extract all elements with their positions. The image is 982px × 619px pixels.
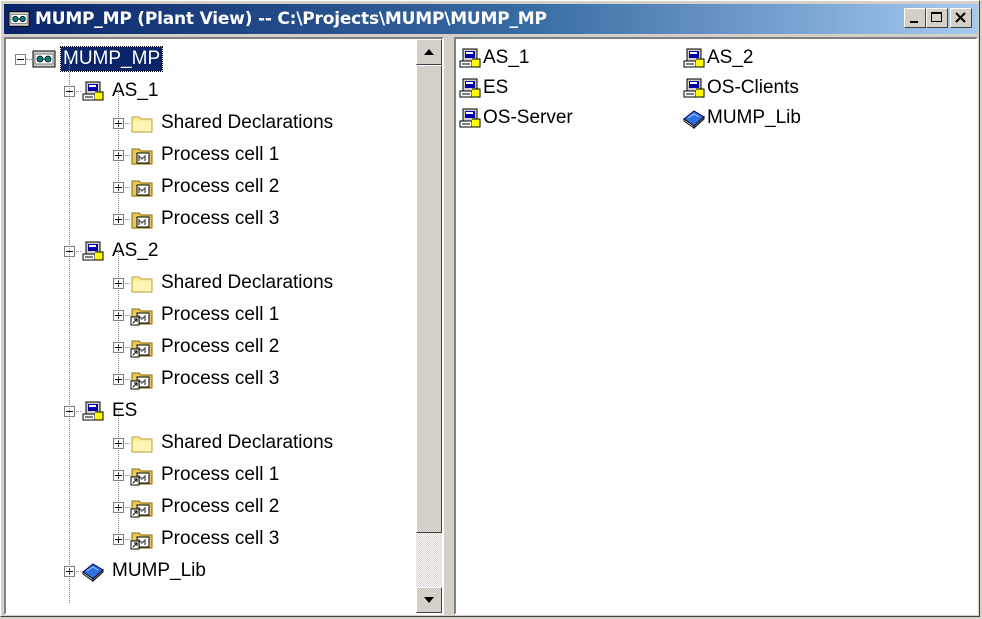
process-cell-link-icon	[130, 496, 154, 518]
process-cell-link-icon	[130, 304, 154, 326]
client-area: MUMP_MP AS_1 Shared Declarations Process ce…	[4, 37, 978, 615]
list-item[interactable]: ES	[458, 75, 508, 101]
scrollbar-track[interactable]	[416, 533, 442, 587]
tree-connector-line	[118, 251, 119, 379]
close-icon	[955, 12, 966, 23]
minimize-button[interactable]	[904, 8, 926, 28]
tree-node-child-label: Shared Declarations	[161, 432, 334, 453]
process-cell-link-icon	[130, 368, 154, 390]
station-icon	[81, 240, 105, 262]
tree-node-child[interactable]: Process cell 1	[130, 139, 281, 171]
tree-node-child-label: Process cell 2	[161, 336, 280, 357]
scroll-up-button[interactable]	[416, 39, 442, 65]
tree-node-child[interactable]: Shared Declarations	[130, 107, 335, 139]
tree-node-child-label: Process cell 1	[161, 304, 280, 325]
tree-node-child[interactable]: Process cell 2	[130, 331, 281, 363]
expand-toggle-root[interactable]	[15, 54, 26, 65]
list-item[interactable]: OS-Server	[458, 105, 573, 131]
title-bar[interactable]: MUMP_MP (Plant View) -- C:\Projects\MUMP…	[4, 4, 978, 34]
tree-node-station[interactable]: AS_2	[81, 235, 160, 267]
process-cell-icon	[130, 144, 154, 166]
scrollbar-thumb[interactable]	[416, 65, 442, 533]
list-item-label: OS-Server	[483, 107, 573, 128]
tree-node-child-label: Process cell 1	[161, 144, 280, 165]
window-title: MUMP_MP (Plant View) -- C:\Projects\MUMP…	[35, 9, 547, 29]
tree-node-child[interactable]: Process cell 3	[130, 523, 281, 555]
list-item[interactable]: OS-Clients	[682, 75, 799, 101]
tree-node-station[interactable]: AS_1	[81, 75, 160, 107]
tree-node-child-label: Shared Declarations	[161, 112, 334, 133]
tree-node-child-label: Process cell 3	[161, 208, 280, 229]
list-item-label: ES	[483, 77, 509, 98]
plant-tree: MUMP_MP AS_1 Shared Declarations Process ce…	[6, 39, 416, 613]
tree-vertical-scrollbar[interactable]	[416, 39, 442, 613]
process-cell-icon	[130, 208, 154, 230]
maximize-button[interactable]	[926, 8, 948, 28]
close-button[interactable]	[950, 8, 972, 28]
tree-node-root-label: MUMP_MP	[59, 46, 164, 72]
station-icon	[682, 47, 706, 69]
process-cell-icon	[130, 176, 154, 198]
tree-node-child[interactable]: Shared Declarations	[130, 267, 335, 299]
minimize-icon	[910, 21, 918, 23]
tree-node-child[interactable]: Process cell 3	[130, 203, 281, 235]
tree-node-child-label: Process cell 3	[161, 528, 280, 549]
scroll-down-button[interactable]	[416, 587, 442, 613]
process-cell-link-icon	[130, 464, 154, 486]
process-cell-link-icon	[130, 528, 154, 550]
tree-connector-line	[118, 91, 119, 219]
tree-node-child[interactable]: Process cell 1	[130, 459, 281, 491]
list-item[interactable]: MUMP_Lib	[682, 105, 801, 131]
station-icon	[81, 80, 105, 102]
list-item-label: AS_2	[707, 47, 754, 68]
plant-view-window: MUMP_MP (Plant View) -- C:\Projects\MUMP…	[0, 0, 980, 617]
tree-node-library[interactable]: MUMP_Lib	[81, 555, 208, 587]
library-book-icon	[682, 107, 706, 129]
object-list-pane[interactable]: AS_1 AS_2 ES OS-Clients OS-Server MUMP_Lib	[454, 37, 978, 615]
station-icon	[682, 77, 706, 99]
tree-node-library-label: MUMP_Lib	[112, 560, 206, 581]
pane-splitter[interactable]	[444, 37, 454, 615]
arrow-up-icon	[424, 49, 434, 55]
tree-node-child[interactable]: Process cell 3	[130, 363, 281, 395]
station-icon	[458, 47, 482, 69]
process-cell-link-icon	[130, 336, 154, 358]
tree-node-child-label: Shared Declarations	[161, 272, 334, 293]
list-item-label: AS_1	[483, 47, 530, 68]
tree-node-child-label: Process cell 1	[161, 464, 280, 485]
plant-view-icon	[8, 9, 30, 29]
tree-node-child[interactable]: Process cell 1	[130, 299, 281, 331]
station-icon	[81, 400, 105, 422]
tree-node-root[interactable]: MUMP_MP	[32, 43, 164, 75]
tree-node-child-label: Process cell 2	[161, 176, 280, 197]
tree-node-child[interactable]: Process cell 2	[130, 171, 281, 203]
tree-node-child[interactable]: Shared Declarations	[130, 427, 335, 459]
station-icon	[458, 77, 482, 99]
list-item-label: OS-Clients	[707, 77, 799, 98]
plant-tree-pane[interactable]: MUMP_MP AS_1 Shared Declarations Process ce…	[4, 37, 444, 615]
maximize-icon	[931, 12, 942, 22]
plant-root-icon	[32, 48, 56, 70]
tree-connector-line	[69, 59, 70, 603]
folder-icon	[130, 432, 154, 454]
list-item[interactable]: AS_2	[682, 45, 753, 71]
folder-icon	[130, 272, 154, 294]
list-item-label: MUMP_Lib	[707, 107, 801, 128]
library-book-icon	[81, 560, 105, 582]
folder-icon	[130, 112, 154, 134]
list-item[interactable]: AS_1	[458, 45, 529, 71]
tree-node-child[interactable]: Process cell 2	[130, 491, 281, 523]
tree-node-child-label: Process cell 2	[161, 496, 280, 517]
arrow-down-icon	[424, 597, 434, 603]
tree-connector-line	[118, 411, 119, 539]
tree-node-station-label: ES	[112, 400, 138, 421]
station-icon	[458, 107, 482, 129]
tree-node-child-label: Process cell 3	[161, 368, 280, 389]
tree-node-station[interactable]: ES	[81, 395, 139, 427]
